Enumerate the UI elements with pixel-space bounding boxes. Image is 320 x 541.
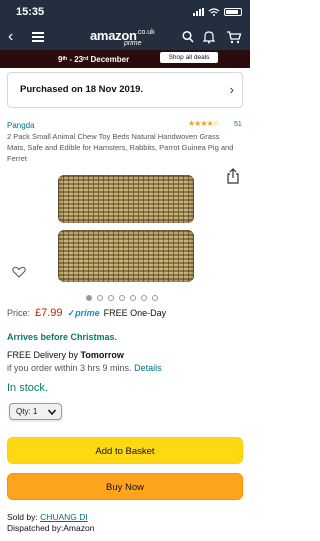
sold-by-label: Sold by: (7, 512, 41, 522)
price-value: £7.99 (35, 307, 63, 319)
product-image-mat-top[interactable] (58, 175, 194, 223)
dispatched-by-line: Dispatched by:Amazon (7, 523, 94, 533)
quantity-select[interactable]: Qty: 1 (9, 403, 62, 420)
prime-badge: prime (75, 308, 100, 318)
logo-prime: prime (124, 40, 142, 47)
order-within-text: if you order within 3 hrs 9 mins. (7, 363, 135, 373)
signal-icon (193, 8, 204, 16)
price-label: Price: (7, 308, 31, 318)
shop-deals-button[interactable]: Shop all deals (160, 52, 218, 63)
share-icon[interactable] (226, 168, 240, 184)
product-title: 2 Pack Small Animal Chew Toy Beds Natura… (7, 132, 234, 163)
status-bar: 15:35 (0, 0, 250, 26)
carousel-dot[interactable] (86, 295, 92, 301)
chevron-down-icon (47, 409, 57, 416)
prime-delivery-text: FREE One-Day (103, 308, 167, 318)
dispatched-label: Dispatched by: (7, 523, 64, 533)
dispatched-by-value: Amazon (63, 523, 95, 533)
carousel-dot[interactable] (119, 295, 125, 301)
order-within-line: if you order within 3 hrs 9 mins. Detail… (7, 363, 162, 373)
logo-suffix: .co.uk (136, 29, 155, 36)
quantity-label: Qty: 1 (16, 407, 38, 416)
app-header: ‹ amazon .co.uk prime (0, 26, 250, 50)
rating-count[interactable]: 51 (234, 121, 242, 128)
free-delivery-line: FREE Delivery by Tomorrow (7, 350, 124, 360)
price-row: Price: £7.99 ✓ prime FREE One-Day (7, 307, 166, 321)
stock-status: In stock. (7, 382, 48, 394)
arrives-message: Arrives before Christmas. (7, 332, 118, 342)
carousel-dot[interactable] (130, 295, 136, 301)
sold-by-line: Sold by: CHUANG DI (7, 512, 88, 522)
carousel-dot[interactable] (152, 295, 158, 301)
free-delivery-day: Tomorrow (80, 350, 124, 360)
purchased-banner[interactable]: Purchased on 18 Nov 2019. › (7, 72, 243, 108)
star-rating[interactable]: ★★★★☆ (188, 119, 220, 128)
heart-icon[interactable] (12, 266, 26, 278)
promo-date-range: 9ᵗʰ - 23ʳᵈ December (58, 55, 130, 64)
seller-link[interactable]: CHUANG DI (40, 512, 88, 522)
buy-now-button[interactable]: Buy Now (7, 473, 243, 500)
menu-icon[interactable] (32, 32, 44, 42)
prime-check-icon: ✓ (67, 308, 76, 318)
status-icons (193, 8, 242, 16)
purchased-text: Purchased on 18 Nov 2019. (20, 84, 144, 95)
battery-icon (224, 8, 242, 16)
bell-icon[interactable] (203, 30, 215, 44)
promo-banner[interactable]: 9ᵗʰ - 23ʳᵈ December Shop all deals (0, 50, 250, 68)
chevron-right-icon: › (229, 82, 234, 97)
product-image-mat-bottom[interactable] (58, 230, 194, 282)
cart-icon[interactable] (226, 30, 242, 44)
add-to-basket-button[interactable]: Add to Basket (7, 437, 243, 464)
carousel-dot[interactable] (141, 295, 147, 301)
back-icon[interactable]: ‹ (8, 28, 13, 46)
free-delivery-prefix: FREE Delivery by (7, 350, 81, 360)
carousel-dot[interactable] (108, 295, 114, 301)
carousel-dot[interactable] (97, 295, 103, 301)
details-link[interactable]: Details (134, 363, 162, 373)
brand-link[interactable]: Pangda (7, 121, 35, 130)
status-time: 15:35 (16, 6, 45, 18)
wifi-icon (208, 8, 220, 16)
search-icon[interactable] (182, 30, 194, 44)
amazon-logo[interactable]: amazon .co.uk prime (90, 26, 155, 50)
image-carousel-dots (86, 295, 158, 301)
